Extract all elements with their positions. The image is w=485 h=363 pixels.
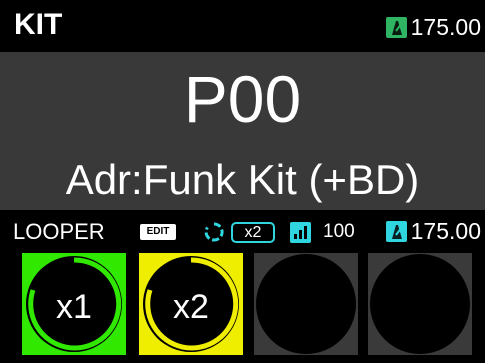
tempo-value: 175.00: [410, 14, 481, 40]
metronome-icon: [385, 220, 407, 242]
header-tempo[interactable]: 175.00: [385, 14, 481, 40]
mode-title: KIT: [14, 8, 63, 41]
looper-tempo-value: 175.00: [410, 218, 481, 244]
kit-number: P00: [183, 62, 302, 136]
level-icon: [290, 222, 311, 243]
pad-4[interactable]: [368, 253, 472, 355]
metronome-icon: [385, 16, 407, 38]
looper-label: LOOPER: [13, 219, 105, 244]
pad-1-label: x1: [56, 288, 92, 326]
pad-2[interactable]: x2: [139, 253, 243, 355]
pad-3-empty: [254, 253, 358, 355]
kit-panel[interactable]: P00 Adr:Funk Kit (+BD): [0, 52, 485, 210]
looper-tempo[interactable]: 175.00: [385, 218, 481, 244]
loop-icon: [203, 221, 225, 248]
level-value: 100: [323, 221, 355, 242]
pad-3[interactable]: [254, 253, 358, 355]
looper-bar: LOOPER EDIT x2 100 175.00: [0, 210, 485, 252]
pad-4-empty: [368, 253, 472, 355]
header-bar: KIT 175.00: [0, 0, 485, 52]
looper-pads: x1 x2: [22, 253, 472, 357]
pad-1[interactable]: x1: [22, 253, 126, 355]
loop-multiplier[interactable]: x2: [231, 222, 275, 243]
edit-button[interactable]: EDIT: [140, 224, 176, 240]
kit-name: Adr:Funk Kit (+BD): [65, 156, 420, 203]
pad-2-label: x2: [173, 288, 209, 326]
